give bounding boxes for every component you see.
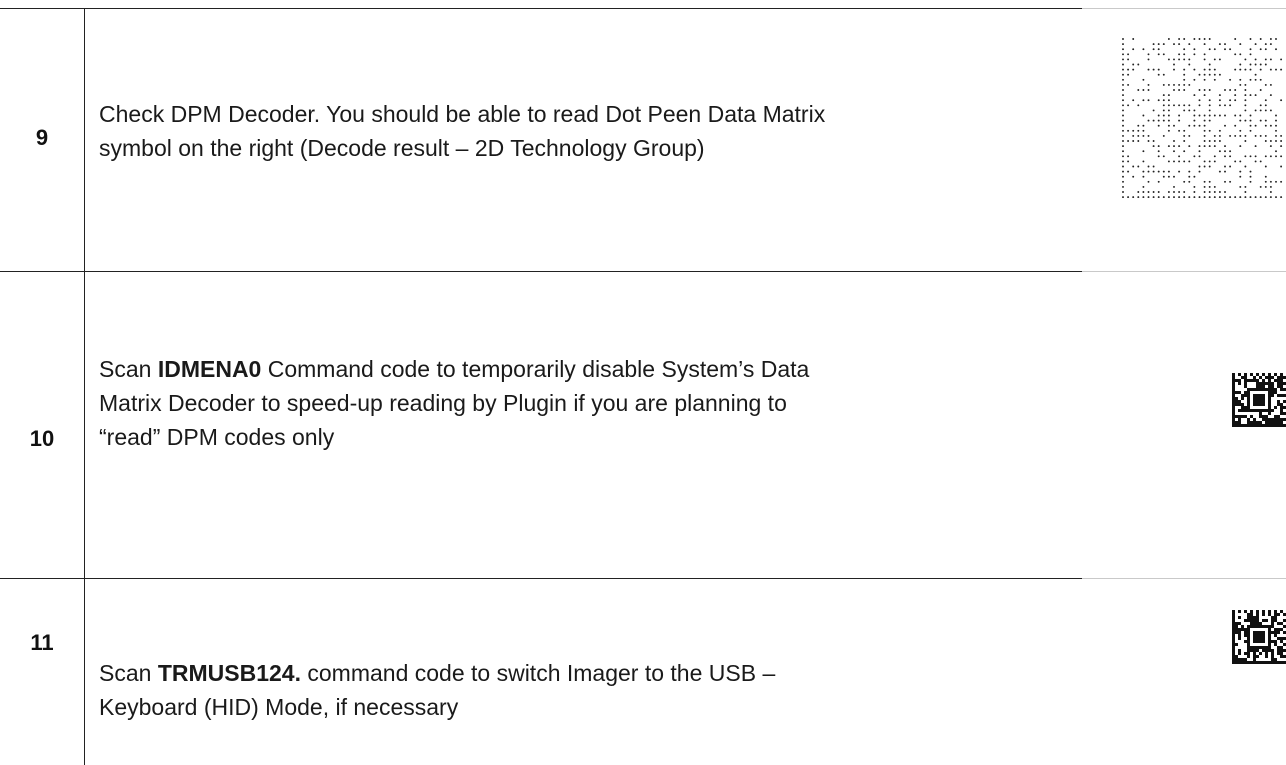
data-matrix-code-image (1232, 610, 1286, 664)
text-line: Matrix Decoder to speed-up reading by Pl… (99, 390, 787, 416)
document-page: 9 Check DPM Decoder. You should be able … (0, 0, 1286, 765)
row-divider (0, 271, 1082, 272)
row-divider (0, 578, 1082, 579)
column-divider (84, 8, 85, 765)
step-number: 11 (30, 630, 54, 655)
table-top-border-faint (1082, 8, 1286, 9)
row-divider-faint (1082, 271, 1286, 272)
text-line: Check DPM Decoder. You should be able to… (99, 101, 826, 127)
table-top-border (0, 8, 1082, 9)
text-line: Scan IDMENA0 Command code to temporarily… (99, 356, 810, 382)
data-matrix-symbol (1232, 610, 1286, 664)
dot-peen-data-matrix-image (1120, 36, 1286, 204)
step-description: Scan IDMENA0 Command code to temporarily… (99, 352, 999, 454)
step-description: Scan TRMUSB124. command code to switch I… (99, 656, 999, 724)
command-code: IDMENA0 (157, 356, 262, 382)
data-matrix-code-image (1232, 373, 1286, 427)
text-line: Scan TRMUSB124. command code to switch I… (99, 660, 776, 686)
text-line: symbol on the right (Decode result – 2D … (99, 135, 705, 161)
command-code: TRMUSB124. (157, 660, 301, 686)
text-line: Keyboard (HID) Mode, if necessary (99, 694, 459, 720)
row-divider-faint (1082, 578, 1286, 579)
data-matrix-symbol (1232, 373, 1286, 427)
step-number: 10 (29, 426, 55, 451)
dot-peen-symbol (1122, 38, 1283, 199)
step-description: Check DPM Decoder. You should be able to… (99, 97, 999, 165)
text-line: “read” DPM codes only (99, 424, 335, 450)
step-number: 9 (35, 125, 49, 150)
